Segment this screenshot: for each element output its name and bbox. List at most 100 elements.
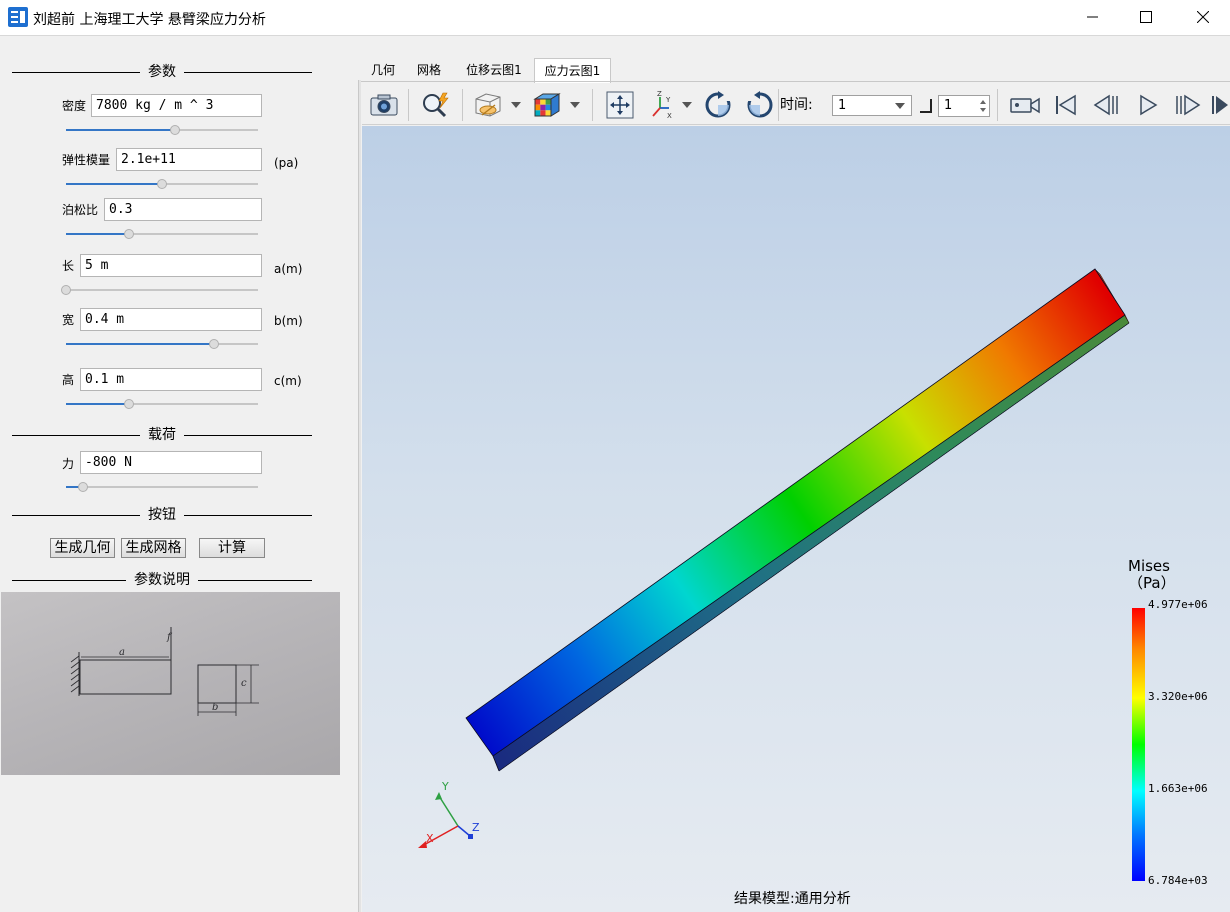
- step-spinbox[interactable]: 1: [938, 95, 990, 117]
- visibility-button[interactable]: [472, 90, 504, 120]
- section-buttons: 按钮: [12, 507, 312, 523]
- step-spinbox-value: 1: [944, 98, 953, 113]
- svg-text:X: X: [667, 112, 672, 120]
- legend-title: Mises （Pa）: [1128, 558, 1188, 592]
- generate-geometry-button[interactable]: 生成几何: [50, 538, 115, 558]
- width-slider[interactable]: [66, 339, 258, 349]
- density-input[interactable]: 7800 kg / m ^ 3: [91, 94, 262, 117]
- svg-text:Y: Y: [665, 96, 671, 104]
- fit-view-button[interactable]: [604, 90, 636, 120]
- length-input[interactable]: 5 m: [80, 254, 262, 277]
- spin-up-icon[interactable]: [980, 100, 986, 104]
- modulus-slider[interactable]: [66, 179, 258, 189]
- sketch-label-f: f: [166, 632, 173, 643]
- screenshot-button[interactable]: [368, 90, 400, 120]
- generate-mesh-button[interactable]: 生成网格: [121, 538, 186, 558]
- fit-view-icon: [606, 91, 634, 119]
- section-load: 载荷: [12, 427, 312, 443]
- rotate-right-button[interactable]: [744, 90, 776, 120]
- close-button[interactable]: [1180, 0, 1226, 34]
- first-frame-button[interactable]: [1050, 90, 1082, 120]
- tabs-underline: [361, 81, 1230, 82]
- axis-label-x: X: [426, 832, 434, 845]
- height-slider[interactable]: [66, 399, 258, 409]
- maximize-button[interactable]: [1123, 0, 1169, 34]
- parameter-panel: 参数 密度 7800 kg / m ^ 3 弹性模量 2.1e+11 (pa) …: [0, 37, 358, 912]
- prev-frame-button[interactable]: [1090, 90, 1122, 120]
- poisson-label: 泊松比: [62, 203, 99, 217]
- title-bar: 刘超前 上海理工大学 悬臂梁应力分析: [0, 0, 1230, 36]
- window-title: 刘超前 上海理工大学 悬臂梁应力分析: [33, 12, 266, 28]
- force-slider[interactable]: [66, 482, 258, 492]
- axis-label-y: Y: [441, 780, 449, 793]
- rotate-left-button[interactable]: [702, 90, 734, 120]
- colormap-icon: [533, 93, 561, 117]
- record-icon: [1010, 97, 1040, 114]
- chevron-down-icon: [895, 103, 905, 109]
- axes-triad: Y X Z: [418, 780, 480, 848]
- length-unit: a(m): [274, 262, 303, 276]
- zoom-icon: [423, 92, 449, 118]
- modulus-label: 弹性模量: [62, 153, 111, 167]
- width-input[interactable]: 0.4 m: [80, 308, 262, 331]
- svg-text:Z: Z: [657, 90, 662, 98]
- tab-mesh[interactable]: 网格: [406, 58, 452, 82]
- rotate-right-icon: [747, 91, 773, 118]
- height-input[interactable]: 0.1 m: [80, 368, 262, 391]
- section-description: 参数说明: [12, 572, 312, 588]
- axes-button[interactable]: Z Y X: [646, 90, 678, 120]
- legend-title-quantity: Mises: [1128, 557, 1170, 575]
- force-input[interactable]: -800 N: [80, 451, 262, 474]
- parameter-sketch-image: a f c b: [1, 592, 340, 775]
- length-slider[interactable]: [61, 285, 258, 295]
- width-label: 宽: [62, 313, 75, 327]
- tab-stress[interactable]: 应力云图1: [534, 58, 611, 83]
- poisson-slider[interactable]: [66, 229, 258, 239]
- spin-down-icon[interactable]: [980, 108, 986, 112]
- poisson-input[interactable]: 0.3: [104, 198, 262, 221]
- sketch-label-b: b: [212, 702, 218, 713]
- beam-sketch-drawing: a f c b: [70, 627, 259, 716]
- axes-dropdown-arrow[interactable]: [682, 102, 692, 108]
- minimize-icon: [1087, 16, 1098, 18]
- modulus-unit: (pa): [274, 156, 299, 170]
- visibility-dropdown-arrow[interactable]: [511, 102, 521, 108]
- section-buttons-title: 按钮: [140, 507, 184, 523]
- visibility-icon: [475, 93, 501, 117]
- modulus-input[interactable]: 2.1e+11: [116, 148, 262, 171]
- density-label: 密度: [62, 99, 87, 113]
- rotate-left-icon: [705, 91, 731, 118]
- colormap-button[interactable]: [530, 90, 562, 120]
- legend-value-low: 1.663e+06: [1148, 782, 1208, 795]
- time-select[interactable]: 1: [832, 95, 912, 116]
- prev-frame-icon: [1093, 94, 1118, 116]
- result-model-label: 结果模型:通用分析: [734, 891, 851, 907]
- length-label: 长: [62, 259, 75, 273]
- view-toolbar: Z Y X 时间: 1 1: [362, 85, 1230, 125]
- section-description-title: 参数说明: [126, 572, 198, 588]
- tab-geometry[interactable]: 几何: [360, 58, 406, 82]
- 3d-viewport[interactable]: Y X Z Mises （Pa） 4.977e+06 3.320e+06 1.6…: [362, 126, 1230, 912]
- compute-button[interactable]: 计算: [199, 538, 265, 558]
- legend-value-high: 3.320e+06: [1148, 690, 1208, 703]
- section-params-title: 参数: [140, 64, 184, 80]
- beam-stress-render: Y X Z: [418, 268, 1130, 848]
- tab-displacement[interactable]: 位移云图1: [456, 58, 532, 82]
- record-button[interactable]: [1010, 90, 1042, 120]
- time-select-value: 1: [838, 98, 847, 113]
- minimize-button[interactable]: [1070, 0, 1116, 34]
- section-params: 参数: [12, 64, 312, 80]
- legend-value-min: 6.784e+03: [1148, 874, 1208, 887]
- sketch-label-c: c: [241, 678, 247, 689]
- play-button[interactable]: [1132, 90, 1164, 120]
- last-frame-button[interactable]: [1210, 90, 1230, 120]
- legend-title-unit: （Pa）: [1128, 574, 1176, 592]
- density-slider[interactable]: [66, 125, 258, 135]
- next-frame-button[interactable]: [1172, 90, 1204, 120]
- colormap-dropdown-arrow[interactable]: [570, 102, 580, 108]
- first-frame-icon: [1056, 94, 1076, 116]
- zoom-button[interactable]: [420, 90, 452, 120]
- panel-splitter[interactable]: [358, 80, 361, 912]
- play-icon: [1140, 94, 1158, 116]
- height-label: 高: [62, 373, 75, 387]
